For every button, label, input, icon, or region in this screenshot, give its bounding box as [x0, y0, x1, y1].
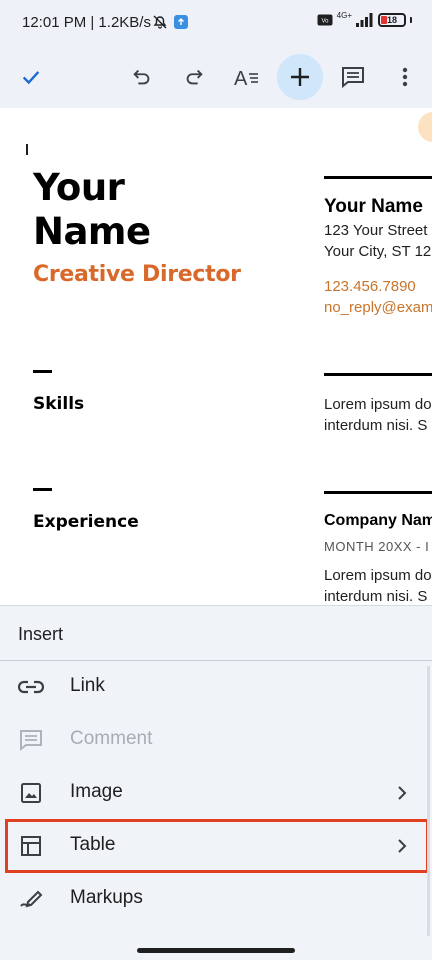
- volte-icon: Vo: [317, 14, 333, 26]
- skills-text-line1: Lorem ipsum do: [324, 396, 432, 413]
- experience-rule: [324, 491, 432, 494]
- alarm-off-icon: [153, 15, 167, 29]
- experience-text-line1: Lorem ipsum do: [324, 567, 432, 584]
- network-type-label: 4G+: [336, 10, 352, 20]
- insert-image-item[interactable]: Image: [0, 767, 432, 819]
- skills-heading: Skills: [33, 394, 85, 414]
- more-options-button[interactable]: [381, 53, 429, 101]
- text-format-button[interactable]: A: [222, 53, 270, 101]
- check-icon: [22, 71, 40, 85]
- experience-heading: Experience: [33, 512, 139, 532]
- redo-icon: [186, 69, 203, 85]
- status-time-speed: 12:01 PM | 1.2KB/s: [22, 14, 151, 31]
- resume-name: Your Name: [33, 166, 151, 254]
- text-format-icon: A: [234, 68, 258, 88]
- contact-city: Your City, ST 12: [324, 243, 432, 260]
- resume-job-title: Creative Director: [33, 262, 241, 287]
- insert-link-item[interactable]: Link: [0, 661, 432, 713]
- insert-comment-label: Comment: [70, 728, 153, 749]
- contact-phone: 123.456.7890: [324, 278, 416, 295]
- insert-image-label: Image: [70, 781, 123, 802]
- resume-name-line1: Your: [33, 166, 125, 209]
- insert-bottom-sheet: Insert Link Comment Image Table Markups: [0, 605, 432, 960]
- done-button[interactable]: [7, 53, 55, 101]
- company-name: Company Nam: [324, 512, 432, 529]
- upload-notification-icon: [174, 15, 188, 29]
- insert-add-button[interactable]: [277, 54, 323, 100]
- skills-dash: [33, 370, 52, 373]
- editor-toolbar: A: [0, 46, 432, 108]
- comment-icon: [342, 67, 364, 88]
- contact-email: no_reply@exam: [324, 299, 432, 316]
- insert-link-label: Link: [70, 675, 105, 696]
- chevron-right-icon: [392, 783, 412, 803]
- svg-text:Vo: Vo: [321, 19, 329, 25]
- signal-icon: [356, 13, 373, 27]
- comments-button[interactable]: [329, 53, 377, 101]
- contact-name: Your Name: [324, 196, 423, 217]
- insert-markups-label: Markups: [70, 887, 143, 908]
- skills-text-line2: interdum nisi. S: [324, 417, 428, 434]
- home-indicator[interactable]: [137, 948, 295, 953]
- table-highlight-box: [5, 819, 429, 873]
- insert-comment-item[interactable]: Comment: [0, 714, 432, 766]
- sheet-scrollbar[interactable]: [427, 666, 430, 936]
- contact-rule: [324, 176, 432, 179]
- link-icon: [18, 675, 44, 699]
- add-icon: [291, 68, 309, 86]
- text-cursor: [26, 144, 28, 155]
- more-icon: [402, 67, 408, 87]
- undo-button[interactable]: [118, 53, 166, 101]
- status-icons-right: Vo 4G+ 18: [317, 10, 412, 27]
- experience-text-line2: interdum nisi. S: [324, 588, 428, 605]
- collaborator-avatar: [418, 112, 432, 142]
- status-icons-left: [152, 14, 188, 30]
- undo-icon: [133, 69, 150, 85]
- markup-pen-icon: [18, 887, 44, 911]
- redo-button[interactable]: [170, 53, 218, 101]
- contact-street: 123 Your Street: [324, 222, 428, 239]
- svg-text:A: A: [234, 68, 248, 88]
- experience-dash: [33, 488, 52, 491]
- battery-icon: 18: [378, 13, 406, 27]
- battery-level: 18: [386, 15, 397, 25]
- skills-rule: [324, 373, 432, 376]
- comment-add-icon: [18, 728, 44, 752]
- insert-sheet-title: Insert: [18, 624, 64, 644]
- resume-name-line2: Name: [33, 210, 151, 253]
- image-icon: [18, 781, 44, 805]
- job-dates: MONTH 20XX - I: [324, 539, 430, 554]
- document-canvas[interactable]: Your Name Creative Director Your Name 12…: [0, 108, 432, 605]
- status-bar: 12:01 PM | 1.2KB/s Vo 4G+ 18: [0, 0, 432, 46]
- insert-markups-item[interactable]: Markups: [0, 873, 432, 925]
